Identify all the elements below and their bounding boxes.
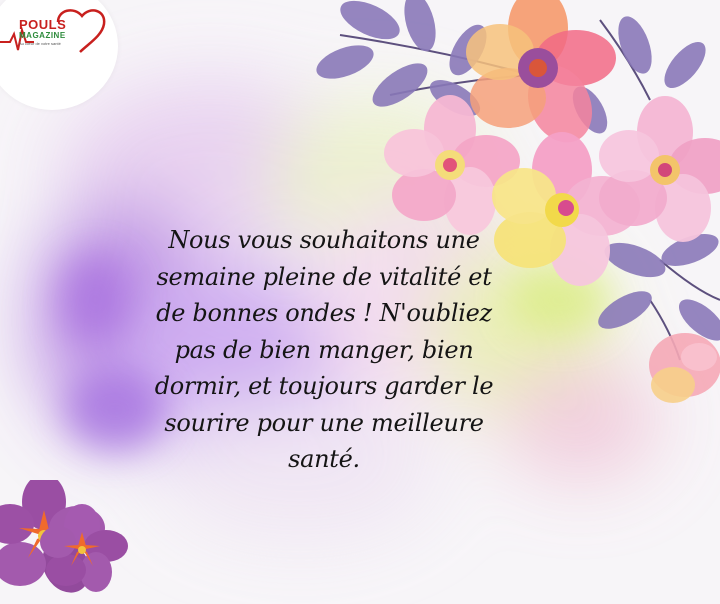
logo-subtitle: MAGAZINE (19, 31, 66, 40)
logo-title: POULS (19, 17, 67, 32)
peach-bud (649, 333, 720, 403)
pink-flower-right (599, 96, 720, 242)
logo-text: POULS MAGAZINE Au cœur de votre santé (19, 18, 99, 46)
logo-tagline: Au cœur de votre santé (19, 41, 61, 46)
flower-cluster-bottom-left (0, 480, 128, 593)
wellness-message: Nous vous souhaitons une semaine pleine … (154, 226, 494, 473)
